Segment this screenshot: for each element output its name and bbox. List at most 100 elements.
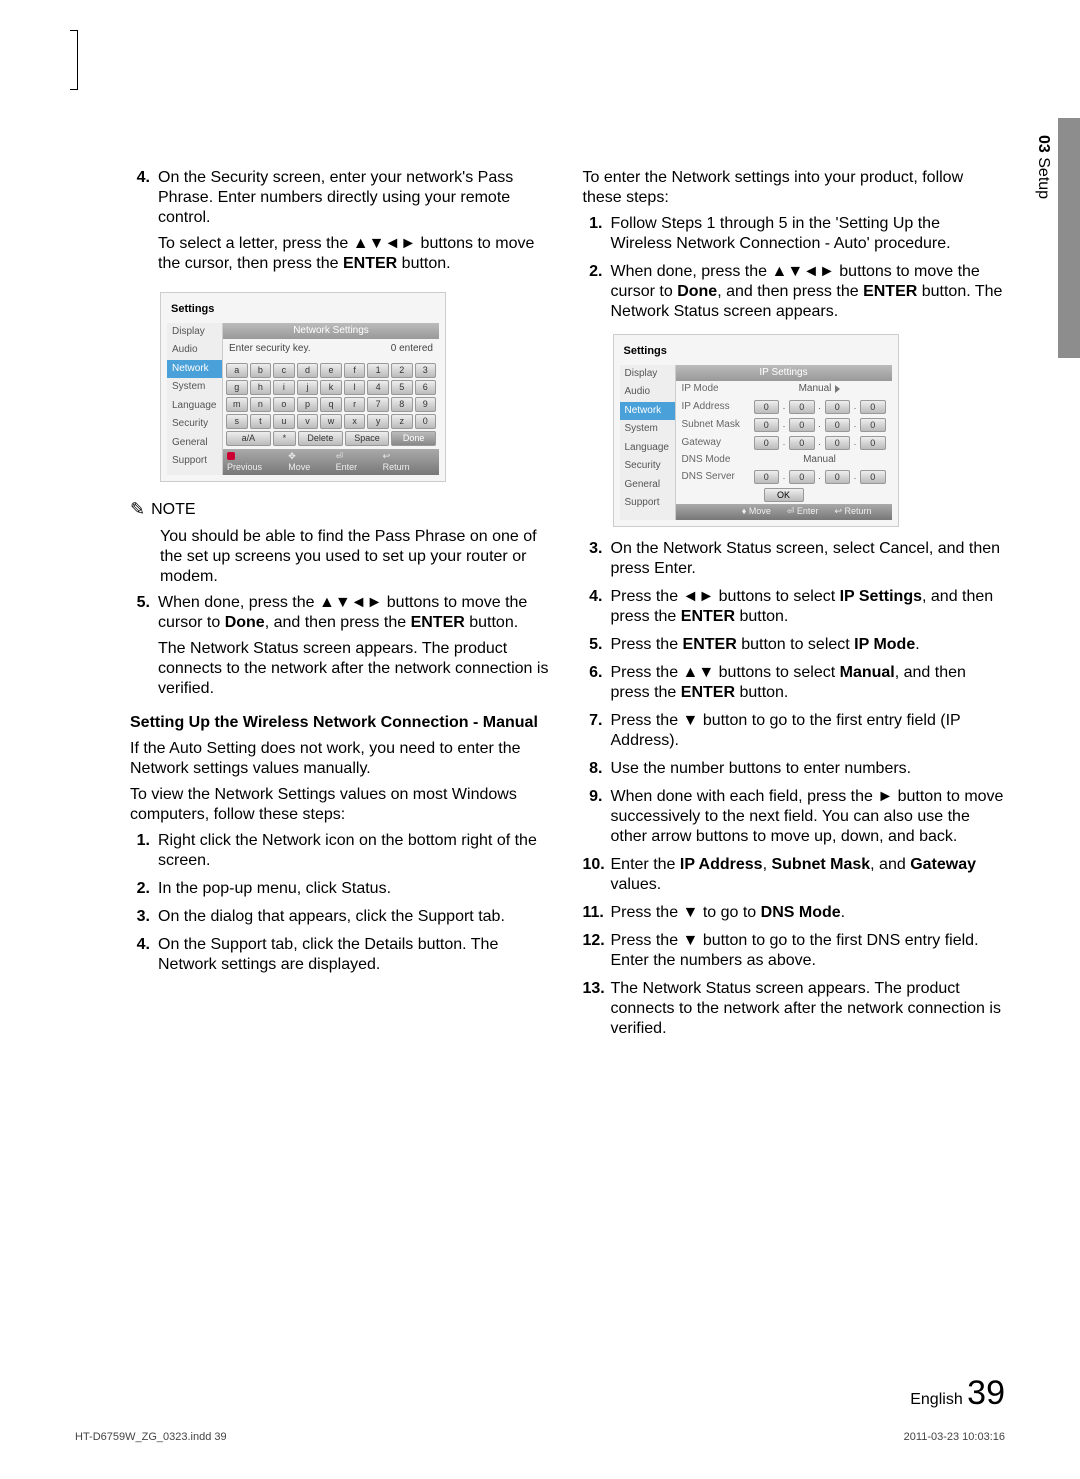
key[interactable]: d [297, 363, 319, 378]
key[interactable]: k [320, 380, 342, 395]
section-heading: Setting Up the Wireless Network Connecti… [130, 713, 553, 733]
sidebar-item-active: Network [167, 360, 222, 379]
key-symbol[interactable]: * [273, 431, 296, 446]
key-space[interactable]: Space [345, 431, 390, 446]
body-text: Press the ▼ button to go to the first en… [611, 711, 1006, 751]
list-number: 5. [583, 635, 611, 655]
list-number: 3. [583, 539, 611, 579]
key[interactable]: r [344, 397, 366, 412]
sidebar-item: Language [620, 439, 675, 458]
body-text: Press the ▼ button to go to the first DN… [611, 931, 1006, 971]
key[interactable]: n [250, 397, 272, 412]
key[interactable]: a [226, 363, 248, 378]
body-text: On the dialog that appears, click the Su… [158, 907, 553, 927]
subnet-field[interactable]: 0.0.0.0 [754, 418, 886, 432]
right-column: To enter the Network settings into your … [583, 168, 1006, 1047]
key[interactable]: 5 [391, 380, 413, 395]
ip-address-field[interactable]: 0.0.0.0 [754, 400, 886, 414]
ui-mock-network-keyboard: Settings Display Audio Network System La… [160, 292, 446, 482]
key[interactable]: 0 [415, 414, 437, 429]
body-text: To select a letter, press the ▲▼◄► butto… [158, 234, 553, 274]
list-number: 1. [583, 214, 611, 254]
body-text: On the Support tab, click the Details bu… [158, 935, 553, 975]
key-delete[interactable]: Delete [298, 431, 343, 446]
gateway-field[interactable]: 0.0.0.0 [754, 436, 886, 450]
key[interactable]: p [297, 397, 319, 412]
key[interactable]: m [226, 397, 248, 412]
subnet-label: Subnet Mask [682, 419, 754, 432]
dns-mode-value[interactable]: Manual [754, 454, 886, 467]
key[interactable]: q [320, 397, 342, 412]
key[interactable]: 7 [367, 397, 389, 412]
ui-panel-title: Network Settings [223, 323, 439, 340]
key[interactable]: g [226, 380, 248, 395]
key[interactable]: 2 [391, 363, 413, 378]
key[interactable]: 3 [415, 363, 437, 378]
sidebar-item: Support [167, 452, 222, 471]
key[interactable]: e [320, 363, 342, 378]
key[interactable]: t [250, 414, 272, 429]
list-number: 3. [130, 907, 158, 927]
left-column: 4. On the Security screen, enter your ne… [130, 168, 553, 1047]
key[interactable]: 9 [415, 397, 437, 412]
key[interactable]: w [320, 414, 342, 429]
key[interactable]: s [226, 414, 248, 429]
key[interactable]: 1 [367, 363, 389, 378]
key[interactable]: x [344, 414, 366, 429]
list-number: 2. [583, 262, 611, 322]
ok-button[interactable]: OK [764, 488, 804, 502]
list-number: 8. [583, 759, 611, 779]
body-text: On the Security screen, enter your netwo… [158, 168, 553, 228]
body-text: In the pop-up menu, click Status. [158, 879, 553, 899]
dns-server-field[interactable]: 0.0.0.0 [754, 470, 886, 484]
key[interactable]: v [297, 414, 319, 429]
body-text: On the Network Status screen, select Can… [611, 539, 1006, 579]
body-text: Right click the Network icon on the bott… [158, 831, 553, 871]
list-number: 6. [583, 663, 611, 703]
key[interactable]: j [297, 380, 319, 395]
key[interactable]: i [273, 380, 295, 395]
note-icon: ✎ [130, 498, 145, 521]
key[interactable]: f [344, 363, 366, 378]
sidebar-item: General [167, 434, 222, 453]
list-number: 13. [583, 979, 611, 1039]
ui-panel-title: IP Settings [676, 365, 892, 382]
note-label: NOTE [151, 500, 195, 520]
dns-server-label: DNS Server [682, 471, 754, 484]
ui-prompt: Enter security key. [229, 343, 311, 356]
key[interactable]: 8 [391, 397, 413, 412]
ip-mode-value[interactable]: Manual [754, 383, 886, 396]
sidebar-item: Display [167, 323, 222, 342]
key[interactable]: u [273, 414, 295, 429]
key[interactable]: 4 [367, 380, 389, 395]
key[interactable]: h [250, 380, 272, 395]
key[interactable]: 6 [415, 380, 437, 395]
sidebar-item: Audio [620, 383, 675, 402]
key[interactable]: z [391, 414, 413, 429]
key[interactable]: o [273, 397, 295, 412]
body-text: When done, press the ▲▼◄► buttons to mov… [158, 593, 553, 633]
ui-sidebar: Display Audio Network System Language Se… [620, 365, 676, 520]
key[interactable]: y [367, 414, 389, 429]
body-text: When done with each field, press the ► b… [611, 787, 1006, 847]
sidebar-item: Security [620, 457, 675, 476]
body-text: Enter the IP Address, Subnet Mask, and G… [611, 855, 1006, 895]
sidebar-item: Display [620, 365, 675, 384]
key-shift[interactable]: a/A [226, 431, 271, 446]
list-number: 4. [130, 935, 158, 975]
key[interactable]: l [344, 380, 366, 395]
body-text: Press the ▲▼ buttons to select Manual, a… [611, 663, 1006, 703]
list-number: 9. [583, 787, 611, 847]
red-a-icon [227, 452, 235, 460]
sidebar-item: Support [620, 494, 675, 513]
ui-footer-hints: Previous ✥ Move ⏎ Enter ↩ Return [223, 449, 439, 476]
key[interactable]: b [250, 363, 272, 378]
gateway-label: Gateway [682, 437, 754, 450]
key-done[interactable]: Done [391, 431, 436, 446]
body-text: To enter the Network settings into your … [583, 168, 1006, 208]
key[interactable]: c [273, 363, 295, 378]
imprint-line: HT-D6759W_ZG_0323.indd 39 2011-03-23 10:… [0, 1431, 1080, 1443]
ui-mock-ip-settings: Settings Display Audio Network System La… [613, 334, 899, 527]
list-number: 5. [130, 593, 158, 705]
list-number: 7. [583, 711, 611, 751]
